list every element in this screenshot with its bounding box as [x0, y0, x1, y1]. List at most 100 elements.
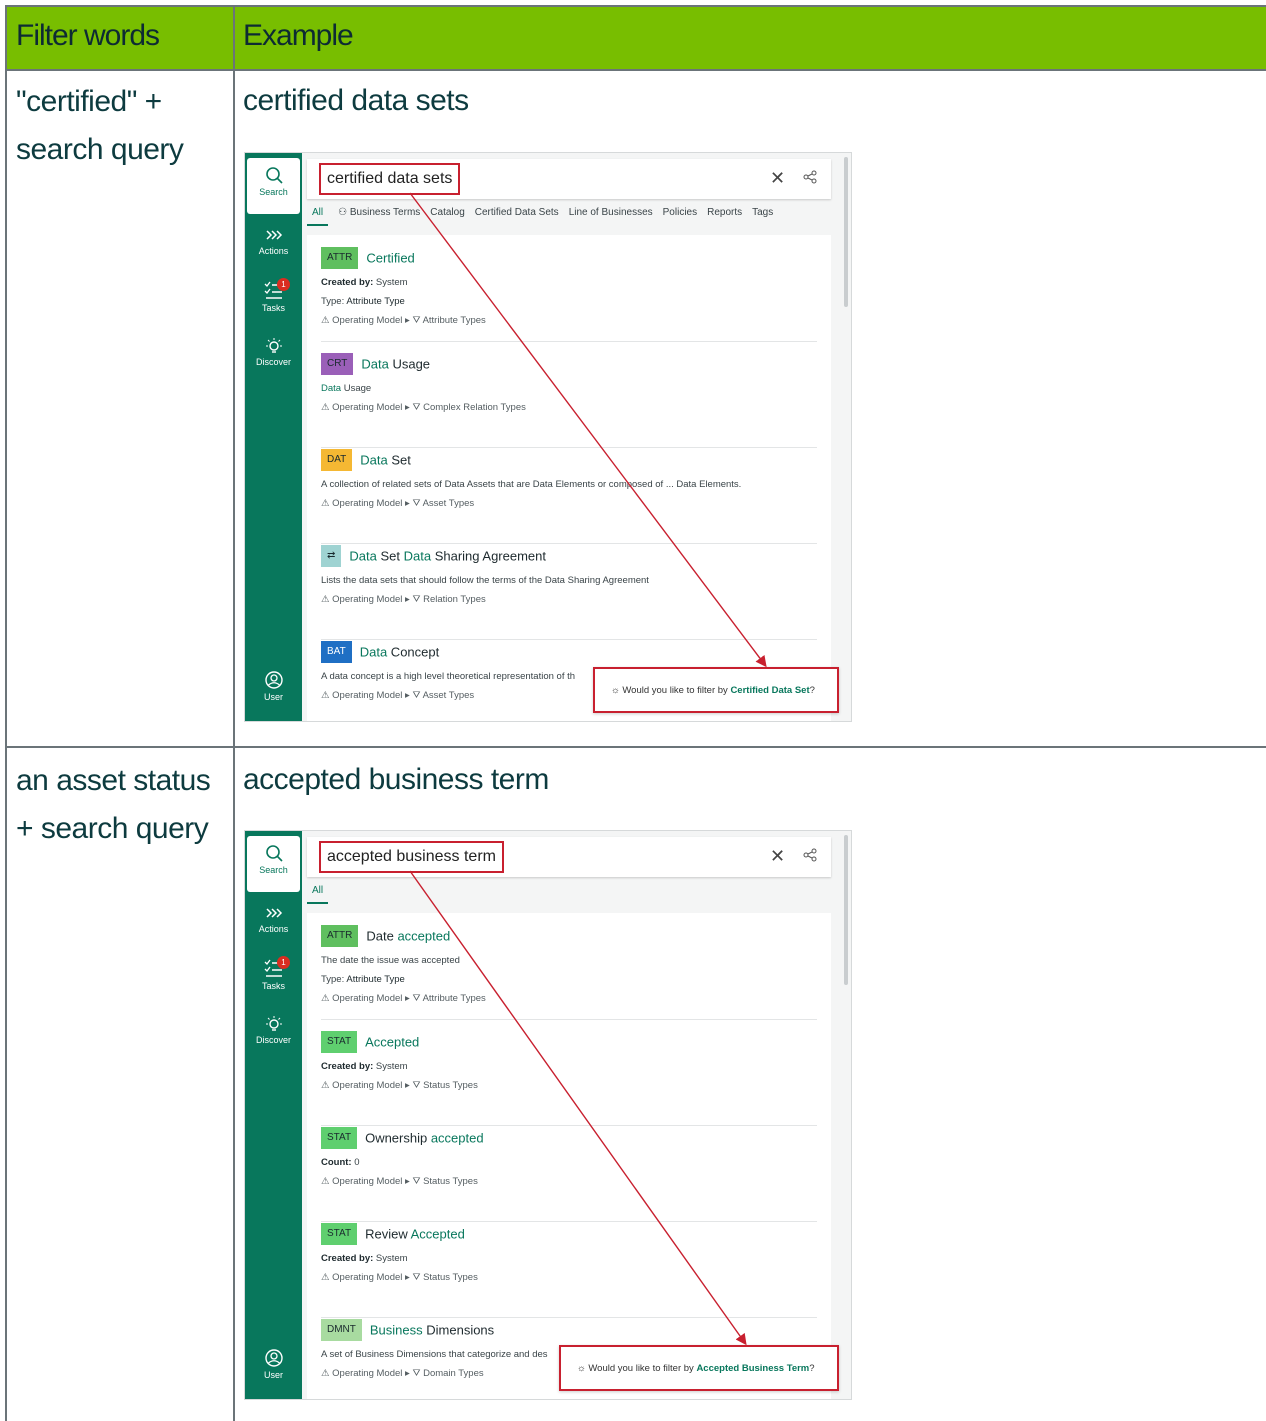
result-item[interactable]: STAT Accepted Created by: System ⚠ Operatin… — [321, 1031, 817, 1126]
result-item[interactable]: ATTR Certified Created by: System Type: Att… — [321, 247, 817, 342]
breadcrumb-a[interactable]: Operating Model — [332, 315, 402, 326]
search-input[interactable]: certified data sets — [319, 163, 461, 195]
result-meta: Count: 0 — [321, 1157, 817, 1168]
breadcrumb-b[interactable]: Relation Types — [423, 594, 486, 605]
tab-line-of-businesses[interactable]: Line of Businesses — [569, 207, 653, 218]
header-divider — [5, 69, 1266, 71]
breadcrumb-b[interactable]: Status Types — [423, 1176, 478, 1187]
result-meta: Created by: System — [321, 277, 817, 288]
tab-all[interactable]: All — [307, 885, 329, 904]
breadcrumb-a[interactable]: Operating Model — [332, 1368, 402, 1379]
breadcrumb-a[interactable]: Operating Model — [332, 498, 402, 509]
breadcrumb-b[interactable]: Status Types — [423, 1272, 478, 1283]
close-icon[interactable]: ✕ — [770, 168, 785, 189]
rail-actions[interactable]: Actions — [245, 227, 302, 256]
breadcrumb-b[interactable]: Domain Types — [423, 1368, 484, 1379]
share-icon[interactable] — [803, 848, 817, 862]
suggestion-link[interactable]: Accepted Business Term — [696, 1363, 809, 1374]
actions-chevrons-icon — [265, 230, 282, 240]
rail-tasks[interactable]: 1 Tasks — [245, 278, 302, 313]
title-part: Review — [365, 1226, 411, 1242]
community-icon: ⚠ — [321, 1080, 333, 1091]
result-breadcrumb: ⚠ Operating Model ▸ ⛛ Status Types — [321, 1080, 817, 1091]
result-item[interactable]: CRT Data Usage Data Usage ⚠ Operating Model… — [321, 353, 817, 448]
search-input[interactable]: accepted business term — [319, 841, 504, 873]
title-part: Data — [403, 548, 432, 564]
filter-line: + search query — [16, 812, 209, 845]
breadcrumb-b[interactable]: Complex Relation Types — [423, 402, 526, 413]
breadcrumb-b[interactable]: Attribute Types — [423, 315, 486, 326]
tab-tags[interactable]: Tags — [752, 207, 773, 218]
tab-certified-data-sets[interactable]: Certified Data Sets — [475, 207, 559, 218]
rail-actions[interactable]: Actions — [245, 905, 302, 934]
result-item[interactable]: ATTR Date accepted The date the issue was … — [321, 925, 817, 1020]
tab-catalog[interactable]: Catalog — [430, 207, 464, 218]
close-icon[interactable]: ✕ — [770, 846, 785, 867]
share-icon[interactable] — [803, 170, 817, 184]
breadcrumb-b[interactable]: Status Types — [423, 1080, 478, 1091]
rail-user[interactable]: User — [245, 671, 302, 702]
breadcrumb-a[interactable]: Operating Model — [332, 1176, 402, 1187]
result-item[interactable]: STAT Ownership accepted Count: 0 ⚠ Operatin… — [321, 1127, 817, 1222]
asset-type-badge: ATTR — [321, 925, 359, 947]
scrollbar[interactable] — [844, 835, 848, 985]
suggestion-link[interactable]: Certified Data Set — [730, 685, 809, 696]
result-description: The date the issue was accepted — [321, 955, 460, 966]
domain-icon: ⛛ — [412, 315, 423, 326]
result-title[interactable]: Business Dimensions — [370, 1323, 494, 1338]
breadcrumb-a[interactable]: Operating Model — [332, 1080, 402, 1091]
rail-discover[interactable]: Discover — [245, 1015, 302, 1045]
domain-icon: ⛛ — [412, 1272, 424, 1283]
result-title[interactable]: Data Concept — [360, 645, 440, 660]
tab-policies[interactable]: Policies — [663, 207, 697, 218]
filter-suggestion[interactable]: ☼ Would you like to filter by Certified … — [593, 667, 839, 713]
breadcrumb-b[interactable]: Asset Types — [423, 498, 475, 509]
result-title[interactable]: Data Usage — [361, 357, 430, 372]
rail-tasks[interactable]: 1 Tasks — [245, 956, 302, 991]
result-title[interactable]: Review Accepted — [365, 1227, 465, 1242]
meta-label: Type: — [321, 296, 347, 307]
title-part: Date — [366, 928, 398, 944]
meta-label: Created by: — [321, 1253, 374, 1264]
filter-suggestion[interactable]: ☼ Would you like to filter by Accepted B… — [559, 1345, 839, 1391]
title-part: Data — [349, 548, 377, 564]
result-title[interactable]: Accepted — [365, 1035, 419, 1050]
rail-discover[interactable]: Discover — [245, 337, 302, 367]
result-breadcrumb: ⚠ Operating Model ▸ ⛛ Attribute Types — [321, 315, 817, 326]
result-title[interactable]: Ownership accepted — [365, 1131, 484, 1146]
result-item[interactable]: DAT Data Set A collection of related sets … — [321, 449, 817, 544]
asset-type-badge: BAT — [321, 641, 352, 663]
lightbulb-icon: ☼ — [611, 685, 623, 696]
result-title[interactable]: Data Set Data Sharing Agreement — [349, 549, 546, 564]
result-title[interactable]: Data Set — [360, 453, 411, 468]
tab-business-terms[interactable]: ⚇ Business Terms — [338, 207, 420, 218]
tab-reports[interactable]: Reports — [707, 207, 742, 218]
filter-words-cell-1: "certified" + search query — [16, 78, 184, 174]
result-item[interactable]: STAT Review Accepted Created by: System ⚠ O… — [321, 1223, 817, 1318]
result-title[interactable]: Certified — [366, 251, 414, 266]
breadcrumb-a[interactable]: Operating Model — [332, 690, 402, 701]
community-icon: ⚠ — [321, 402, 333, 413]
filter-words-cell-2: an asset status + search query — [16, 757, 211, 853]
result-description: A collection of related sets of Data Ass… — [321, 479, 742, 490]
suggestion-text: Would you like to filter by — [622, 685, 731, 696]
breadcrumb-arrow-icon: ▸ — [402, 402, 413, 413]
breadcrumb-b[interactable]: Asset Types — [423, 690, 475, 701]
result-title[interactable]: Date accepted — [366, 929, 450, 944]
result-breadcrumb: ⚠ Operating Model ▸ ⛛ Asset Types — [321, 498, 817, 509]
breadcrumb-a[interactable]: Operating Model — [332, 993, 402, 1004]
breadcrumb-arrow-icon: ▸ — [402, 993, 413, 1004]
tab-all[interactable]: All — [307, 207, 329, 226]
breadcrumb-a[interactable]: Operating Model — [332, 594, 402, 605]
rail-search[interactable]: Search — [247, 836, 300, 892]
scrollbar[interactable] — [844, 157, 848, 307]
result-breadcrumb: ⚠ Operating Model ▸ ⛛ Attribute Types — [321, 993, 817, 1004]
lightbulb-icon — [265, 1016, 282, 1031]
breadcrumb-a[interactable]: Operating Model — [332, 1272, 402, 1283]
tab-label: Catalog — [430, 207, 465, 218]
rail-search[interactable]: Search — [247, 158, 300, 214]
breadcrumb-a[interactable]: Operating Model — [332, 402, 402, 413]
breadcrumb-b[interactable]: Attribute Types — [423, 993, 486, 1004]
result-item[interactable]: ⇄ Data Set Data Sharing Agreement Lists th… — [321, 545, 817, 640]
rail-user[interactable]: User — [245, 1349, 302, 1380]
